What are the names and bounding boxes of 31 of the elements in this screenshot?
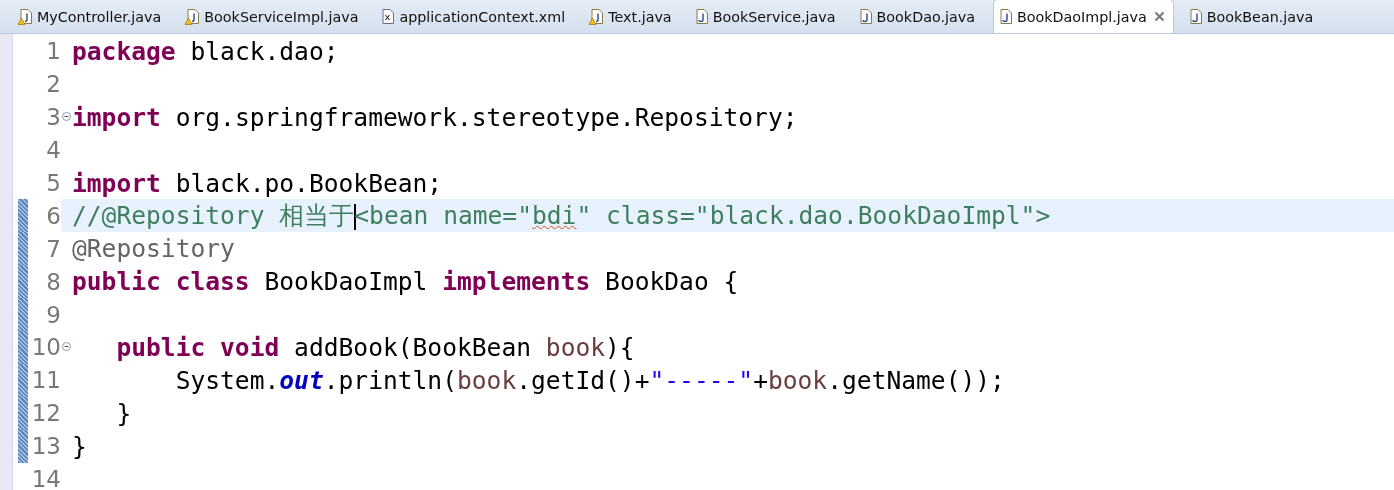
editor-tab[interactable]: BookBean.java	[1183, 0, 1322, 33]
code-line: import org.springframework.stereotype.Repository;	[72, 102, 798, 132]
editor-tab[interactable]: BookServiceImpl.java	[179, 0, 367, 33]
code-line: package black.dao;	[72, 36, 339, 66]
line-number: 9	[45, 301, 61, 328]
code-line: }	[72, 431, 87, 461]
line-number: 13	[30, 433, 61, 460]
editor-tab[interactable]: Text.java	[583, 0, 680, 33]
editor-tab[interactable]: BookDao.java	[853, 0, 983, 33]
line-number: 6	[45, 202, 61, 229]
editor-tab[interactable]: BookService.java	[689, 0, 844, 33]
line-number: 3	[45, 104, 61, 131]
line-number: 10	[30, 334, 61, 361]
line-number: 4	[45, 137, 61, 164]
code-line: import black.po.BookBean;	[72, 168, 443, 198]
line-number: 7	[45, 235, 61, 262]
line-number: 5	[45, 170, 61, 196]
line-number: 1	[45, 38, 61, 65]
line-number: 2	[45, 71, 61, 98]
editor-tab[interactable]: BookDaoImpl.java	[992, 0, 1174, 33]
line-number: 14	[30, 466, 61, 490]
editor-tab[interactable]: applicationContext.xml	[376, 0, 574, 33]
code-line: System.out.println(book.getId()+"-----"+book.getName());	[174, 365, 1005, 395]
code-line: public void addBook(BookBean book){	[115, 332, 635, 362]
editor-tab[interactable]: MyController.java	[12, 0, 170, 33]
code-line: @Repository	[72, 234, 235, 264]
line-number: 8	[45, 268, 61, 295]
code-line: public class BookDaoImpl implements BookDao {	[72, 267, 739, 297]
line-number: 12	[30, 400, 61, 427]
code-line: }	[115, 398, 132, 428]
line-number: 11	[30, 367, 61, 394]
